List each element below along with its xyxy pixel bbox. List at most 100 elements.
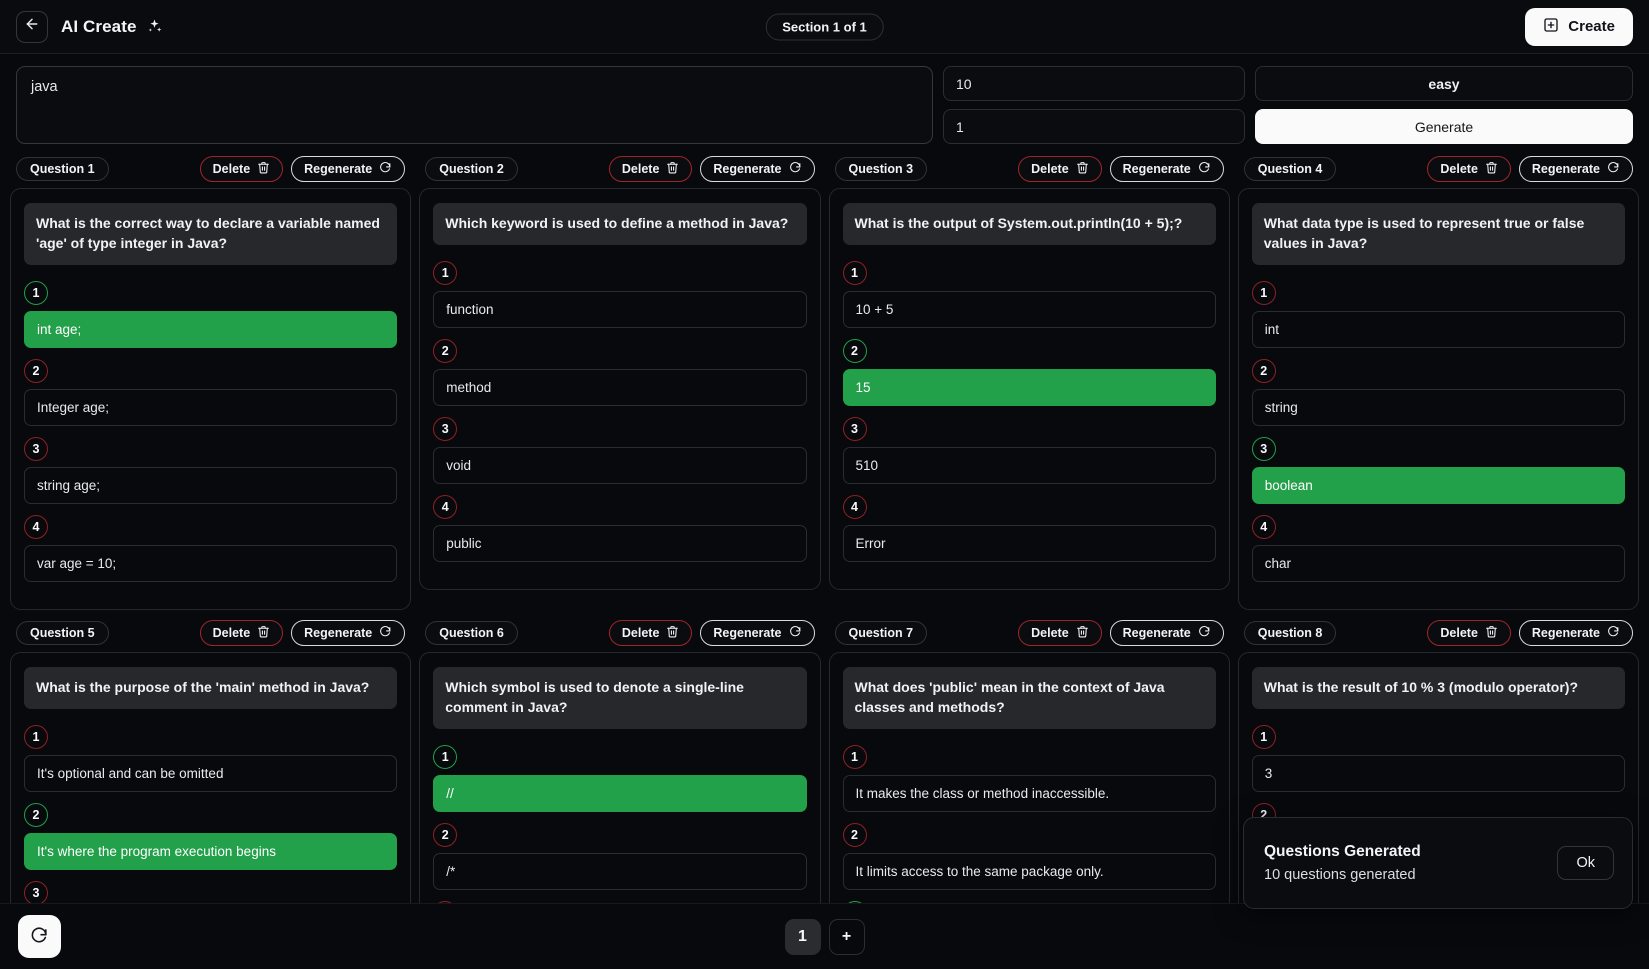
option-input[interactable]: 15	[843, 369, 1216, 406]
question-card: What is the correct way to declare a var…	[10, 188, 411, 610]
delete-question-button[interactable]: Delete	[1018, 620, 1102, 646]
trash-icon	[666, 161, 679, 177]
question-text[interactable]: What data type is used to represent true…	[1252, 203, 1625, 265]
option-input[interactable]: string age;	[24, 467, 397, 504]
regenerate-question-button[interactable]: Regenerate	[1519, 156, 1633, 182]
question-header: Question 4 Delete Regenerate	[1238, 152, 1639, 188]
question-text[interactable]: What is the correct way to declare a var…	[24, 203, 397, 265]
question-count-input[interactable]: 10	[943, 66, 1245, 101]
option-number-badge: 2	[843, 339, 867, 363]
question-cell: Question 7DeleteRegenerateWhat does 'pub…	[829, 616, 1230, 903]
option-input[interactable]: It's where the program execution begins	[24, 833, 397, 870]
generate-button[interactable]: Generate	[1255, 109, 1633, 144]
option-input[interactable]: public	[433, 525, 806, 562]
refresh-icon	[1198, 161, 1211, 177]
option-row: 13	[1252, 725, 1625, 792]
question-actions: Delete Regenerate	[1427, 620, 1633, 646]
add-page-button[interactable]: +	[829, 919, 865, 955]
back-button[interactable]	[16, 11, 48, 43]
option-row: 2method	[433, 339, 806, 406]
option-input[interactable]: var age = 10;	[24, 545, 397, 582]
section-count-input[interactable]: 1	[943, 109, 1245, 144]
option-number-badge: 1	[433, 261, 457, 285]
question-label: Question 8	[1244, 621, 1337, 645]
option-number-badge: 3	[24, 437, 48, 461]
numeric-fields: 10 1	[943, 66, 1245, 144]
question-label: Question 6	[425, 621, 518, 645]
option-row: 3510	[843, 417, 1216, 484]
option-input[interactable]: Integer age;	[24, 389, 397, 426]
refresh-icon	[379, 625, 392, 641]
regenerate-question-button[interactable]: Regenerate	[700, 156, 814, 182]
option-input[interactable]: char	[1252, 545, 1625, 582]
regenerate-button-label: Regenerate	[1123, 162, 1191, 176]
option-row: 1//	[433, 745, 806, 812]
option-input[interactable]: Error	[843, 525, 1216, 562]
page-button-1[interactable]: 1	[785, 919, 821, 955]
delete-question-button[interactable]: Delete	[200, 156, 284, 182]
trash-icon	[666, 625, 679, 641]
delete-question-button[interactable]: Delete	[1427, 156, 1511, 182]
question-text[interactable]: What is the output of System.out.println…	[843, 203, 1216, 245]
option-number-badge: 2	[24, 359, 48, 383]
option-input[interactable]: function	[433, 291, 806, 328]
option-input[interactable]: It makes the class or method inaccessibl…	[843, 775, 1216, 812]
question-actions: Delete Regenerate	[200, 620, 406, 646]
delete-question-button[interactable]: Delete	[609, 620, 693, 646]
section-indicator: Section 1 of 1	[765, 13, 884, 40]
option-number-badge: 1	[843, 745, 867, 769]
create-button[interactable]: Create	[1525, 8, 1633, 46]
option-input[interactable]: int	[1252, 311, 1625, 348]
trash-icon	[1076, 625, 1089, 641]
option-input[interactable]: It's optional and can be omitted	[24, 755, 397, 792]
option-row: 4public	[433, 495, 806, 562]
option-input[interactable]: 510	[843, 447, 1216, 484]
option-input[interactable]: It limits access to the same package onl…	[843, 853, 1216, 890]
option-input[interactable]: 10 + 5	[843, 291, 1216, 328]
trash-icon	[257, 625, 270, 641]
question-text[interactable]: What does 'public' mean in the context o…	[843, 667, 1216, 729]
question-text[interactable]: What is the result of 10 % 3 (modulo ope…	[1252, 667, 1625, 709]
question-label: Question 4	[1244, 157, 1337, 181]
toast-ok-button[interactable]: Ok	[1557, 846, 1614, 880]
option-input[interactable]: method	[433, 369, 806, 406]
refresh-button[interactable]	[18, 915, 61, 958]
create-button-label: Create	[1568, 18, 1615, 35]
question-text[interactable]: What is the purpose of the 'main' method…	[24, 667, 397, 709]
trash-icon	[1485, 161, 1498, 177]
question-text[interactable]: Which keyword is used to define a method…	[433, 203, 806, 245]
difficulty-select[interactable]: easy	[1255, 66, 1633, 101]
regenerate-question-button[interactable]: Regenerate	[291, 156, 405, 182]
question-label: Question 2	[425, 157, 518, 181]
option-row: 2It's where the program execution begins	[24, 803, 397, 870]
delete-question-button[interactable]: Delete	[609, 156, 693, 182]
option-input[interactable]: /*	[433, 853, 806, 890]
refresh-icon	[789, 161, 802, 177]
regenerate-question-button[interactable]: Regenerate	[1110, 620, 1224, 646]
regenerate-button-label: Regenerate	[1532, 626, 1600, 640]
regenerate-question-button[interactable]: Regenerate	[1519, 620, 1633, 646]
generation-form: 10 1 easy Generate	[0, 54, 1649, 152]
option-input[interactable]: 3	[1252, 755, 1625, 792]
pagination: 1 +	[785, 919, 865, 955]
delete-question-button[interactable]: Delete	[1018, 156, 1102, 182]
sparkle-icon	[146, 18, 163, 35]
regenerate-question-button[interactable]: Regenerate	[700, 620, 814, 646]
question-cell: Question 2 Delete Regenerate Which keyword …	[419, 152, 820, 610]
option-input[interactable]: int age;	[24, 311, 397, 348]
delete-question-button[interactable]: Delete	[200, 620, 284, 646]
questions-scroll-area[interactable]: Question 1DeleteRegenerateWhat is the co…	[0, 152, 1649, 903]
toast-body: Questions Generated 10 questions generat…	[1264, 843, 1557, 883]
question-text[interactable]: Which symbol is used to denote a single-…	[433, 667, 806, 729]
bottom-bar: 1 +	[0, 903, 1649, 969]
option-number-badge: 3	[843, 417, 867, 441]
prompt-input[interactable]	[16, 66, 933, 144]
regenerate-button-label: Regenerate	[713, 626, 781, 640]
regenerate-question-button[interactable]: Regenerate	[1110, 156, 1224, 182]
delete-question-button[interactable]: Delete	[1427, 620, 1511, 646]
option-input[interactable]: //	[433, 775, 806, 812]
option-input[interactable]: boolean	[1252, 467, 1625, 504]
option-input[interactable]: string	[1252, 389, 1625, 426]
option-input[interactable]: void	[433, 447, 806, 484]
regenerate-question-button[interactable]: Regenerate	[291, 620, 405, 646]
